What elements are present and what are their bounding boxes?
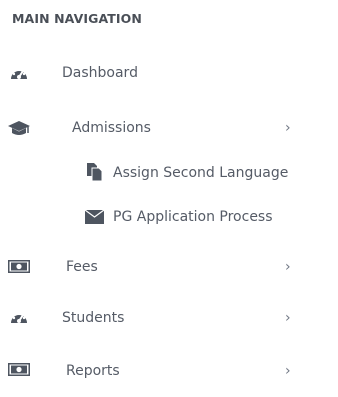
dashboard-icon — [9, 308, 29, 326]
envelope-icon — [85, 210, 104, 224]
sidebar-item-pg-application-process[interactable]: PG Application Process — [0, 199, 338, 235]
sidebar-item-students[interactable]: Students › — [0, 300, 338, 336]
chevron-right-icon: › — [285, 363, 291, 379]
sidebar-item-admissions[interactable]: Admissions › — [0, 110, 338, 146]
graduation-cap-icon — [7, 120, 31, 138]
sidebar-item-label: PG Application Process — [113, 209, 273, 225]
nav-header: MAIN NAVIGATION — [12, 11, 142, 26]
sidebar-item-label: Reports — [66, 363, 120, 379]
sidebar-item-label: Dashboard — [62, 65, 138, 81]
file-copy-icon — [87, 163, 103, 182]
sidebar-item-dashboard[interactable]: Dashboard — [0, 55, 338, 91]
sidebar-item-label: Fees — [66, 259, 98, 275]
chevron-right-icon: › — [285, 120, 291, 136]
sidebar-item-fees[interactable]: Fees › — [0, 249, 338, 285]
sidebar-nav: MAIN NAVIGATION Dashboard Admissions › A… — [0, 0, 338, 397]
sidebar-item-label: Students — [62, 310, 125, 326]
sidebar-item-reports[interactable]: Reports › — [0, 353, 338, 389]
sidebar-item-label: Admissions — [72, 120, 151, 136]
money-icon — [8, 260, 30, 273]
chevron-right-icon: › — [285, 310, 291, 326]
sidebar-item-assign-second-language[interactable]: Assign Second Language — [0, 155, 338, 191]
sidebar-item-label: Assign Second Language — [113, 165, 289, 181]
chevron-right-icon: › — [285, 259, 291, 275]
money-icon — [8, 363, 30, 376]
dashboard-icon — [9, 64, 29, 82]
